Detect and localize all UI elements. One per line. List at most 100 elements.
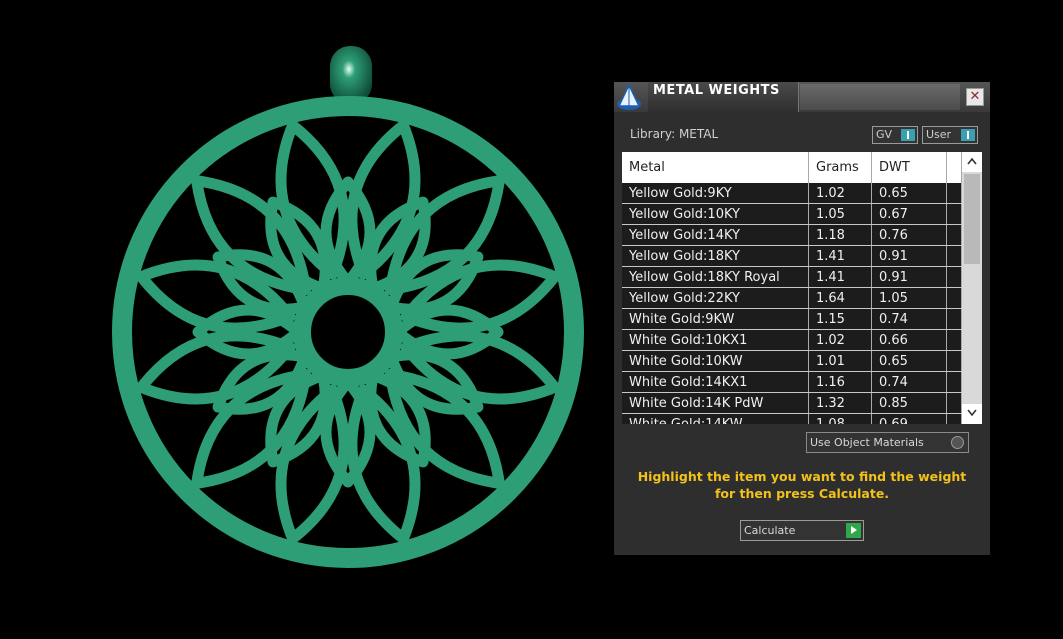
gv-toggle-switch-icon [901,129,915,141]
metal-cell: White Gold:14KX1 [622,371,809,393]
metal-cell: White Gold:14KW [622,413,809,424]
titlebar-fill [800,84,960,110]
outer-ring [112,96,584,568]
metal-cell: Yellow Gold:22KY [622,287,809,309]
column-header-metal[interactable]: Metal [622,152,809,183]
pendant-bail [330,46,372,104]
dwt-cell: 0.65 [871,183,947,204]
metal-cell: White Gold:14K PdW [622,392,809,414]
table-row[interactable]: White Gold:14K PdW 1.32 0.85 [622,392,962,414]
dwt-cell: 0.74 [871,371,947,393]
grams-cell: 1.16 [808,371,872,393]
user-toggle-switch-icon [961,129,975,141]
grams-cell: 1.18 [808,224,872,246]
grams-cell: 1.41 [808,245,872,267]
metal-cell: Yellow Gold:14KY [622,224,809,246]
spacer-cell [946,413,962,424]
grams-cell: 1.15 [808,308,872,330]
panel-titlebar[interactable]: METAL WEIGHTS ✕ [614,82,990,112]
instruction-text: Highlight the item you want to find the … [637,469,967,501]
dwt-cell: 0.76 [871,224,947,246]
outer-petal [384,175,505,296]
dwt-cell: 0.65 [871,350,947,372]
column-header-dwt[interactable]: DWT [871,152,947,183]
grams-cell: 1.02 [808,329,872,351]
use-object-materials-label: Use Object Materials [810,436,924,449]
metal-cell: Yellow Gold:9KY [622,183,809,204]
table-row[interactable]: Yellow Gold:18KY 1.41 0.91 [622,245,962,267]
dwt-cell: 0.91 [871,266,947,288]
table-row[interactable]: White Gold:10KX1 1.02 0.66 [622,329,962,351]
table-row[interactable]: White Gold:14KX1 1.16 0.74 [622,371,962,393]
spacer-cell [946,392,962,414]
grams-cell: 1.02 [808,183,872,204]
metal-cell: White Gold:9KW [622,308,809,330]
user-toggle[interactable]: User [922,126,978,144]
metal-cell: White Gold:10KX1 [622,329,809,351]
table-row[interactable]: White Gold:9KW 1.15 0.74 [622,308,962,330]
table-scrollbar[interactable] [962,152,982,424]
spacer-cell [946,350,962,372]
metal-weights-panel: METAL WEIGHTS ✕ Library: METAL GV User M… [614,82,990,555]
scroll-down-icon[interactable] [962,404,982,424]
dwt-cell: 1.05 [871,287,947,309]
table-header-row: Metal Grams DWT [622,152,962,183]
metal-cell: White Gold:10KW [622,350,809,372]
dwt-cell: 0.74 [871,308,947,330]
column-header-spacer [946,152,962,183]
outer-petal [384,368,505,489]
play-icon [846,523,861,538]
outer-petal [191,175,312,296]
grams-cell: 1.41 [808,266,872,288]
grams-cell: 1.01 [808,350,872,372]
metal-cell: Yellow Gold:18KY Royal [622,266,809,288]
metal-table: Metal Grams DWT Yellow Gold:9KY 1.02 0.65 Y… [622,152,982,424]
radio-icon [951,436,964,449]
dwt-cell: 0.91 [871,245,947,267]
table-row[interactable]: White Gold:14KW 1.08 0.69 [622,413,962,424]
close-button[interactable]: ✕ [966,88,984,106]
app-logo-icon [615,82,647,112]
grams-cell: 1.32 [808,392,872,414]
panel-title: METAL WEIGHTS [653,83,780,98]
table-row[interactable]: Yellow Gold:14KY 1.18 0.76 [622,224,962,246]
column-header-grams[interactable]: Grams [808,152,872,183]
spacer-cell [946,183,962,204]
metal-cell: Yellow Gold:18KY [622,245,809,267]
3d-viewport[interactable] [0,0,600,635]
table-row[interactable]: Yellow Gold:10KY 1.05 0.67 [622,203,962,225]
table-row[interactable]: Yellow Gold:22KY 1.64 1.05 [622,287,962,309]
scroll-thumb[interactable] [964,174,980,264]
use-object-materials-toggle[interactable]: Use Object Materials [806,432,969,453]
dwt-cell: 0.66 [871,329,947,351]
gv-toggle-label: GV [876,128,893,141]
dwt-cell: 0.69 [871,413,947,424]
spacer-cell [946,245,962,267]
grams-cell: 1.64 [808,287,872,309]
library-label: Library: METAL [630,127,719,141]
dwt-cell: 0.67 [871,203,947,225]
outer-petal [191,368,312,489]
dwt-cell: 0.85 [871,392,947,414]
calculate-label: Calculate [744,524,796,537]
table-row[interactable]: Yellow Gold:18KY Royal 1.41 0.91 [622,266,962,288]
scroll-up-icon[interactable] [962,152,982,172]
spacer-cell [946,329,962,351]
metal-cell: Yellow Gold:10KY [622,203,809,225]
table-row[interactable]: White Gold:10KW 1.01 0.65 [622,350,962,372]
pendant-model [112,46,584,568]
grams-cell: 1.08 [808,413,872,424]
panel-title-tab: METAL WEIGHTS [648,82,799,112]
spacer-cell [946,266,962,288]
spacer-cell [946,224,962,246]
gv-toggle[interactable]: GV [872,126,918,144]
spacer-cell [946,203,962,225]
user-toggle-label: User [926,128,952,141]
spacer-cell [946,371,962,393]
spacer-cell [946,287,962,309]
grams-cell: 1.05 [808,203,872,225]
center-ring [293,277,403,387]
table-row[interactable]: Yellow Gold:9KY 1.02 0.65 [622,183,962,204]
calculate-button[interactable]: Calculate [740,520,864,541]
spacer-cell [946,308,962,330]
